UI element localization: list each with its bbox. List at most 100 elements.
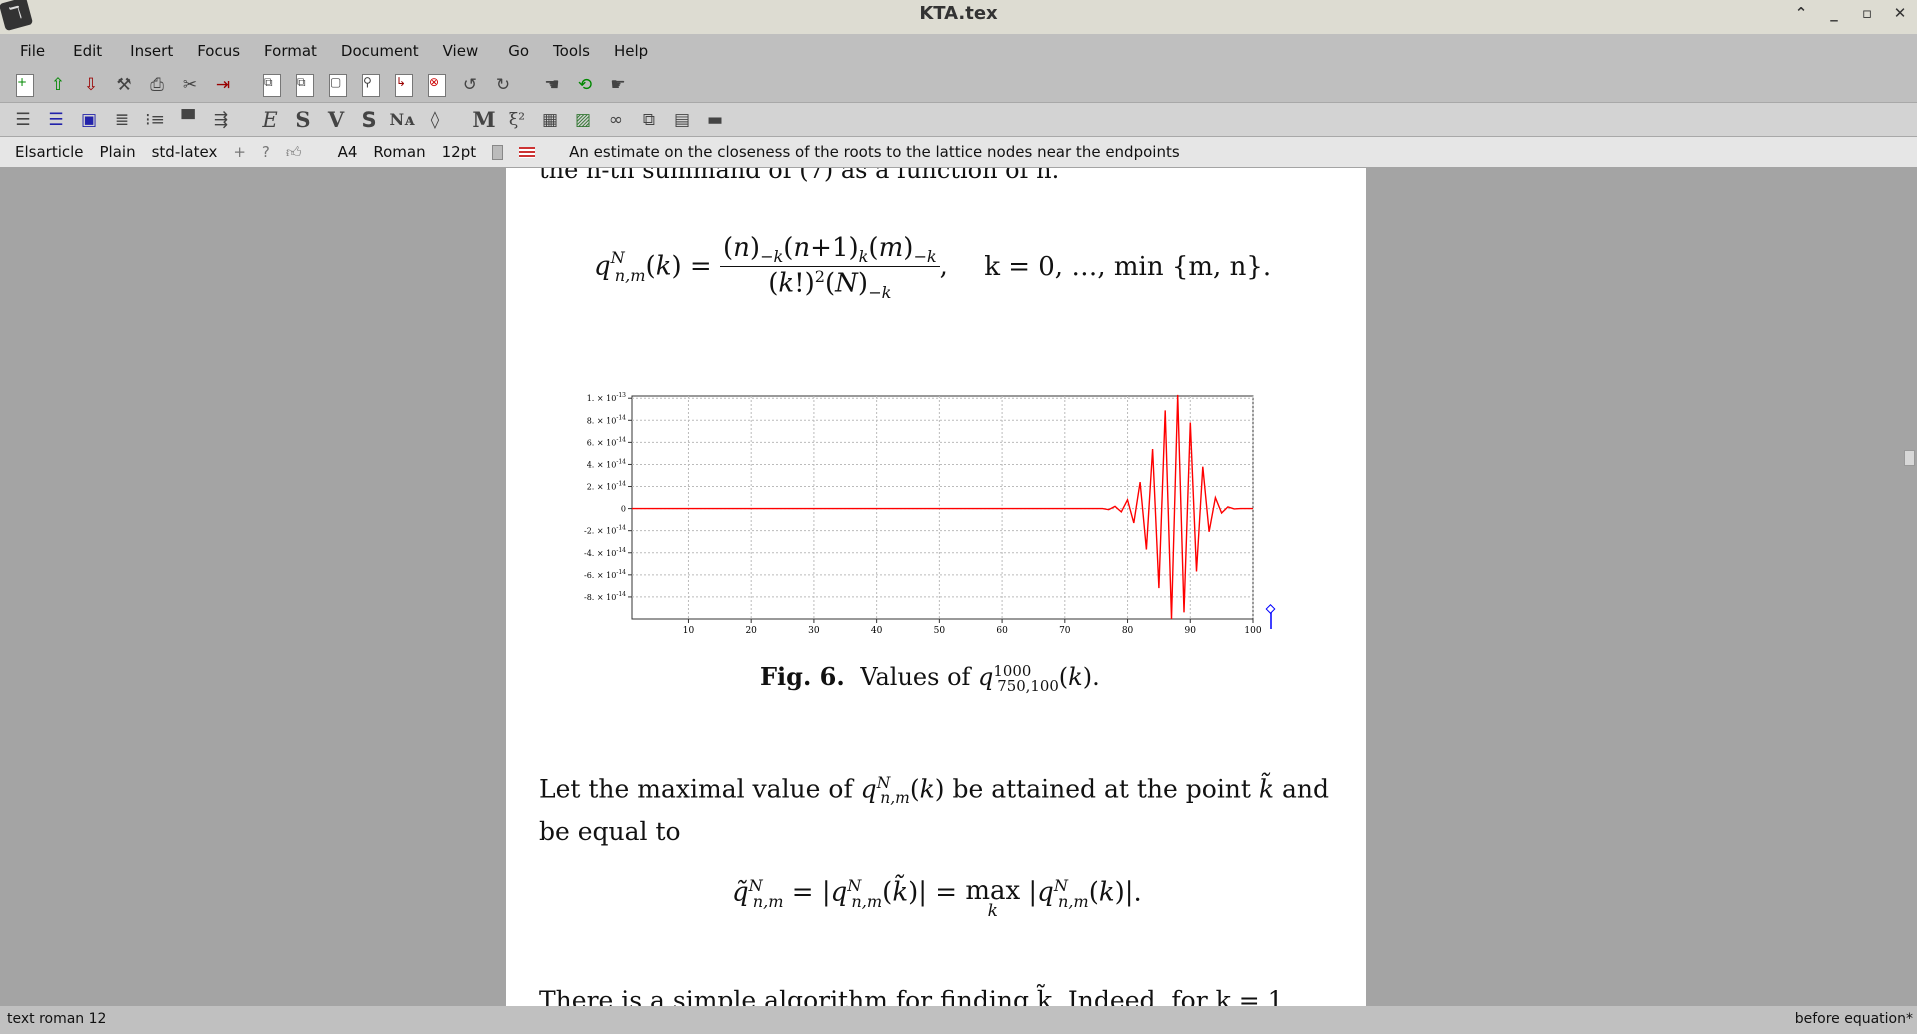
subscript-icon[interactable]: ξ² (504, 107, 530, 133)
cursor-handle-icon (1265, 604, 1276, 614)
y-tick-label: 8. × 10-14 (587, 414, 626, 425)
x-tick-label: 100 (1244, 626, 1261, 636)
help-icon[interactable]: ? (262, 143, 270, 161)
spell-check-icon[interactable]: ⊗ (424, 72, 450, 98)
enumerate-icon[interactable]: ⁝≡ (142, 107, 168, 133)
equation-q-definition: qNn,m(k) = (n)−k(n+1)k(m)−k (k!)2(N)−k, k… (594, 233, 1272, 303)
menu-bar: File Edit Insert Focus Format Document V… (0, 34, 1917, 68)
document-canvas: the n-th summand of (7) as a function of… (0, 168, 1917, 1006)
preferences-icon[interactable]: ✂ (177, 72, 203, 98)
footnote-icon[interactable]: ⧉ (636, 107, 662, 133)
x-tick-label: 40 (871, 626, 883, 636)
menu-document[interactable]: Document (329, 42, 431, 60)
status-right: before equation* (1794, 1011, 1913, 1027)
list-icon[interactable]: ≣ (109, 107, 135, 133)
y-tick-label: 4. × 10-14 (587, 458, 626, 469)
presentation-icon[interactable]: ▬ (702, 107, 728, 133)
section-title[interactable]: An estimate on the closeness of the root… (569, 143, 1180, 161)
page-layout-icon[interactable] (492, 144, 504, 160)
print-icon[interactable]: ⎙ (144, 72, 170, 98)
figure-caption: Fig. 6. Values of q1000750,100(k). (760, 662, 1100, 695)
save-icon[interactable]: ⇩ (78, 72, 104, 98)
menu-insert[interactable]: Insert (118, 42, 185, 60)
menu-format[interactable]: Format (252, 42, 329, 60)
status-left: text roman 12 (7, 1011, 107, 1027)
x-tick-label: 60 (996, 626, 1008, 636)
document-preamble[interactable]: std-latex (152, 143, 218, 161)
table-icon[interactable]: ▦ (537, 107, 563, 133)
scrollbar-thumb[interactable] (1904, 450, 1915, 466)
main-toolbar: + ⇧ ⇩ ⚒ ⎙ ✂ ⇥ ⧉ ⧉ ▢ ⚲ ↳ ⊗ ↺ ↻ ☚ ⟲ ☛ (0, 68, 1917, 103)
replace-icon[interactable]: ↳ (391, 72, 417, 98)
export-icon[interactable]: ⇥ (210, 72, 236, 98)
paragraph-icon[interactable]: ☰ (10, 107, 36, 133)
redo-icon[interactable]: ↻ (490, 72, 516, 98)
find-icon[interactable]: ⚲ (358, 72, 384, 98)
name-icon[interactable]: Nᴀ (389, 107, 415, 133)
y-tick-label: 1. × 10-13 (587, 392, 626, 403)
y-tick-label: -8. × 10-14 (584, 591, 626, 602)
math-mode-icon[interactable]: M (471, 107, 497, 133)
paste-icon[interactable]: ▢ (325, 72, 351, 98)
menu-go[interactable]: Go (496, 42, 541, 60)
emphasize-icon[interactable]: E (257, 107, 283, 133)
language-flag-icon[interactable] (519, 146, 536, 158)
shade-window-button[interactable]: ⌃ (1789, 4, 1813, 28)
back-icon[interactable]: ☚ (539, 72, 565, 98)
font-family[interactable]: Roman (373, 143, 425, 161)
note-icon[interactable]: ◊ (422, 107, 448, 133)
menu-file[interactable]: File (8, 42, 57, 60)
thumbs-up-icon[interactable]: 👍︎ (286, 143, 302, 162)
menu-edit[interactable]: Edit (61, 42, 114, 60)
document-variant[interactable]: Plain (100, 143, 136, 161)
menu-view[interactable]: View (431, 42, 491, 60)
image-icon[interactable]: ▨ (570, 107, 596, 133)
x-tick-label: 10 (683, 626, 695, 636)
menu-help[interactable]: Help (602, 42, 660, 60)
y-tick-label: 2. × 10-14 (587, 481, 626, 492)
build-icon[interactable]: ⚒ (111, 72, 137, 98)
forward-icon[interactable]: ☛ (605, 72, 631, 98)
copy-icon[interactable]: ⧉ (259, 72, 285, 98)
section-icon[interactable]: ☰ (43, 107, 69, 133)
link-icon[interactable]: ∞ (603, 107, 629, 133)
maximize-button[interactable]: ▫ (1855, 4, 1879, 28)
open-icon[interactable]: ⇧ (45, 72, 71, 98)
font-size[interactable]: 12pt (442, 143, 477, 161)
sans-serif-icon[interactable]: S (356, 107, 382, 133)
title-icon[interactable]: ▀ (175, 107, 201, 133)
menu-focus[interactable]: Focus (185, 42, 252, 60)
close-button[interactable]: ✕ (1888, 4, 1912, 28)
window-title: KTA.tex (919, 3, 998, 24)
animation-icon[interactable]: ▤ (669, 107, 695, 133)
new-document-icon[interactable]: + (12, 72, 38, 98)
verbatim-icon[interactable]: V (323, 107, 349, 133)
y-tick-label: 6. × 10-14 (587, 436, 626, 447)
document-page[interactable]: the n-th summand of (7) as a function of… (506, 168, 1366, 1006)
center-icon[interactable]: ▣ (76, 107, 102, 133)
add-package-icon[interactable]: + (233, 143, 246, 161)
clipped-text-bottom: There is a simple algorithm for finding … (539, 986, 1284, 1006)
y-tick-label: -4. × 10-14 (584, 547, 626, 558)
menu-tools[interactable]: Tools (541, 42, 602, 60)
x-tick-label: 70 (1059, 626, 1071, 636)
caption-text: Values of (860, 663, 971, 691)
indent-icon[interactable]: ⇶ (208, 107, 234, 133)
status-bar: text roman 12 before equation* (0, 1006, 1917, 1034)
vertical-scrollbar[interactable] (1900, 168, 1917, 1006)
y-tick-label: 0 (621, 505, 626, 514)
x-tick-label: 50 (934, 626, 946, 636)
chart: 10 20 30 40 50 60 70 80 90 100 1. × 10-13 8. × 10-1… (584, 392, 1276, 636)
page-size[interactable]: A4 (338, 143, 358, 161)
equation-range: k = 0, …, min {m, n}. (984, 251, 1272, 282)
y-tick-label: -2. × 10-14 (584, 525, 626, 536)
caption-label: Fig. 6. (760, 662, 845, 691)
refresh-icon[interactable]: ⟲ (572, 72, 598, 98)
cut-icon[interactable]: ⧉ (292, 72, 318, 98)
document-style[interactable]: Elsarticle (15, 143, 84, 161)
plot-area (631, 395, 1254, 620)
minimize-button[interactable]: _ (1822, 4, 1846, 28)
strong-icon[interactable]: S (290, 107, 316, 133)
equation-max: q̃Nn,m = |qNn,m(k̃)| = max k |qNn,m(k)|. (732, 876, 1142, 921)
undo-icon[interactable]: ↺ (457, 72, 483, 98)
